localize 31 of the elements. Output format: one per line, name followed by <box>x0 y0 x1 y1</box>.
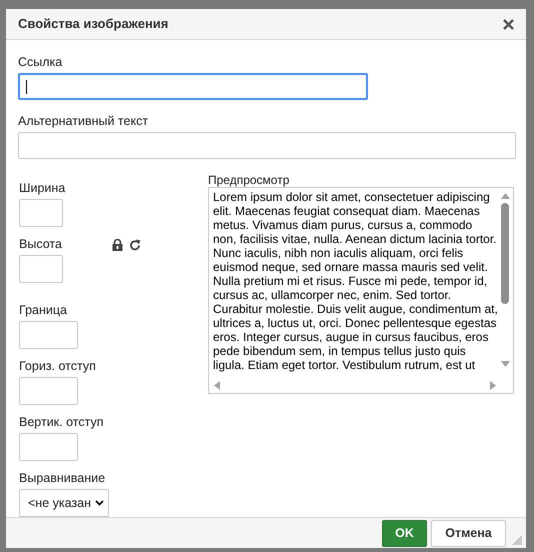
field-label: Вертик. отступ <box>19 415 104 430</box>
field-label: Альтернативный текст <box>18 114 150 130</box>
align-select[interactable]: <не указан <box>19 489 109 518</box>
field-label: Ссылка <box>18 55 64 70</box>
ok-button[interactable]: OK <box>382 520 427 547</box>
chevron-down-icon <box>95 500 104 506</box>
input-field[interactable] <box>19 321 78 350</box>
field-label: Граница <box>19 303 67 318</box>
scrollbar-thumb[interactable] <box>501 203 509 304</box>
input-field[interactable] <box>19 199 63 228</box>
lock-icon[interactable] <box>112 238 123 251</box>
input-field[interactable] <box>19 377 78 406</box>
input-field[interactable] <box>18 132 516 160</box>
dialog-title: Свойства изображения <box>18 15 168 34</box>
field-label: Выравнивание <box>19 471 106 486</box>
field-label: Высота <box>19 237 62 252</box>
scroll-down-icon[interactable] <box>500 361 510 368</box>
scroll-left-icon[interactable] <box>214 380 220 390</box>
close-icon[interactable] <box>503 18 514 30</box>
scroll-up-icon[interactable] <box>500 193 510 200</box>
field-label: Ширина <box>19 181 66 196</box>
refresh-icon[interactable] <box>128 238 141 251</box>
input-field[interactable] <box>19 255 63 284</box>
preview-text: Lorem ipsum dolor sit amet, consectetuer adipiscing elit. Maecenas feugiat consequat diam. Maecenas metus. Vivamus diam purus, cursus a, commodo non, facilisis vitae, nulla. Aenean dictum lacinia tortor. Nunc iaculis, nibh non iaculis aliquam, orci felis euismod neque, sed ornare massa mauris sed velit. Nulla pretium mi et risus. Fusce mi pede, tempor id, cursus ac, ullamcorper nec, enim. Sed tortor. Curabitur molestie. Duis velit augue, condimentum at, ultrices a, luctus ut, orci. Donec pellentesque egestas eros. Integer cursus, augue in cursus faucibus, eros pede bibendum sem, in tempus tellus justo quis ligula. Etiam eget tortor. Vestibulum rutrum, est ut <box>213 190 498 372</box>
field-label: Гориз. отступ <box>19 359 96 374</box>
input-field[interactable] <box>18 73 368 100</box>
input-field[interactable] <box>19 433 78 462</box>
preview-label: Предпросмотр <box>208 173 290 188</box>
resize-grip-icon[interactable] <box>512 535 522 545</box>
cancel-button[interactable]: Отмена <box>431 520 506 547</box>
scroll-right-icon[interactable] <box>490 380 496 390</box>
